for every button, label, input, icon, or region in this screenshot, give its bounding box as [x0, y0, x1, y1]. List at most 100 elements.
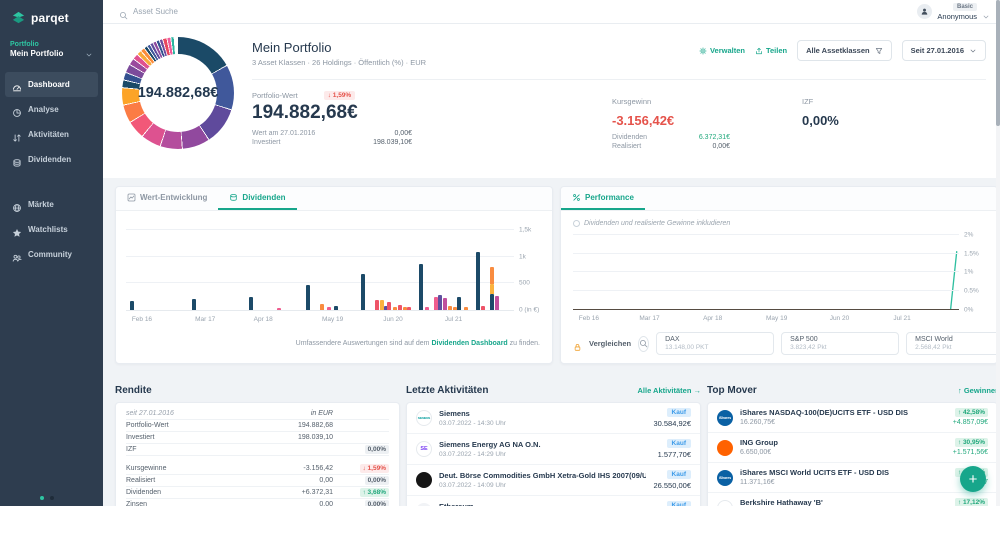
add-button[interactable]: + [960, 466, 986, 492]
activity-row[interactable]: SIEMENSSiemens03.07.2022 - 14:30 UhrKauf… [407, 403, 700, 434]
compare-label: Vergleichen [589, 339, 631, 348]
bar [438, 295, 442, 310]
compare-search-button[interactable] [638, 336, 649, 352]
brand-logo[interactable]: parqet [0, 0, 103, 31]
portfolio-wert-label: Portfolio-Wert [252, 91, 298, 100]
pagination-dot[interactable] [50, 496, 54, 500]
include-dividends-checkbox[interactable]: Dividenden und realisierte Gewinne inklu… [573, 217, 959, 229]
axis-tick-label: May 19 [322, 316, 343, 323]
mover-info: iShares NASDAQ-100(DE)UCITS ETF - USD DI… [740, 408, 946, 427]
chevron-down-icon [982, 8, 990, 16]
sidebar-item-dashboard[interactable]: Dashboard [5, 72, 98, 97]
verwalten-button[interactable]: Verwalten [699, 46, 745, 55]
checkbox-label: Dividenden und realisierte Gewinne inklu… [584, 220, 730, 227]
rendite-row-badge: 0,00% [347, 476, 389, 485]
axis-tick-label: 1% [964, 269, 973, 276]
pagination-dot-active[interactable] [40, 496, 44, 500]
sidebar-item-aktivitaten[interactable]: Aktivitäten [5, 122, 98, 147]
allocation-donut-chart[interactable]: 194.882,68€ [122, 37, 234, 149]
sidebar-item-dividenden[interactable]: Dividenden [5, 147, 98, 172]
mover-percent-badge: ↑ 17,12% [955, 498, 988, 506]
siemens-logo: SIEMENS [416, 410, 432, 426]
mover-position-value: 6.650,00€ [740, 449, 946, 457]
bar [419, 264, 423, 310]
sidebar-item-label: Community [28, 250, 72, 259]
siemens-energy-logo: SE [416, 441, 432, 457]
top-mover-row[interactable]: ING Group6.650,00€↑ 30,95%+1.571,56€ [708, 433, 997, 463]
activity-row[interactable]: SESiemens Energy AG NA O.N.03.07.2022 - … [407, 434, 700, 465]
benchmark-value: 2.568,42 Pkt [915, 344, 998, 351]
footer-text: zu finden. [508, 340, 540, 347]
chevron-down-icon [969, 47, 977, 55]
sidebar-pagination-dots [40, 496, 54, 500]
top-mover-row[interactable]: Berkshire Hathaway 'B'↑ 17,12% [708, 493, 997, 506]
benchmark-chip-dax[interactable]: DAX13.148,00 PKT [656, 332, 774, 355]
benchmark-chip-msci-world[interactable]: MSCI World2.568,42 Pkt [906, 332, 998, 355]
watchlists-icon [12, 225, 22, 235]
axis-tick-label: 2% [964, 231, 973, 238]
activity-amount: 1.577,70€ [658, 450, 691, 459]
tab-wert-entwicklung[interactable]: Wert-Entwicklung [116, 187, 218, 210]
rendite-row-realisiert: Realisiert0,000,00% [126, 475, 389, 487]
top-mover-row[interactable]: iSharesiShares NASDAQ-100(DE)UCITS ETF -… [708, 403, 997, 433]
mover-asset-name: iShares MSCI World UCITS ETF - USD DIS [740, 468, 948, 477]
portfolio-selector-label: Portfolio [10, 41, 85, 48]
performance-line-chart[interactable]: 0%0.5%1%1.5%2% [573, 231, 959, 310]
gewinner-link[interactable]: ↑ Gewinner [958, 386, 998, 395]
rendite-row-badge: ↓ 1,59% [347, 464, 389, 473]
page-title: Mein Portfolio [252, 40, 699, 55]
gridline [126, 282, 514, 283]
benchmark-value: 3.823,42 Pkt [790, 344, 890, 351]
performance-x-axis: Feb 16Mar 17Apr 18May 19Jun 20Jul 21 [573, 313, 959, 325]
mover-info: iShares MSCI World UCITS ETF - USD DIS11… [740, 468, 948, 487]
activity-values: Kauf1.577,70€ [658, 439, 691, 459]
verwalten-label: Verwalten [710, 46, 745, 55]
tab-dividenden[interactable]: Dividenden [218, 187, 296, 210]
kauf-badge: Kauf [667, 470, 691, 479]
bar [393, 307, 397, 310]
sidebar-item-watchlists[interactable]: Watchlists [5, 217, 98, 242]
mover-position-value: 16.260,75€ [740, 419, 946, 427]
activity-info: Siemens03.07.2022 - 14:30 Uhr [439, 409, 646, 428]
assetklassen-filter-button[interactable]: Alle Assetklassen [797, 40, 892, 61]
activities-list: SIEMENS Siemens03.07.2022 - 14:30 Uhr Kauf… [406, 402, 701, 506]
activity-row[interactable]: ◆EthereumKauf [407, 496, 700, 506]
zeitraum-dropdown[interactable]: Seit 27.01.2016 [902, 40, 986, 61]
bar [192, 299, 196, 310]
activity-row[interactable]: Deut. Börse Commodities GmbH Xetra-Gold … [407, 465, 700, 496]
rendite-row-label: IZF [126, 446, 233, 453]
scrollbar-thumb[interactable] [996, 0, 1000, 126]
bar [320, 304, 324, 310]
benchmark-chip-s-p-500[interactable]: S&P 5003.823,42 Pkt [781, 332, 899, 355]
teilen-button[interactable]: Teilen [755, 46, 787, 55]
asset-search-input[interactable]: Asset Suche [119, 7, 917, 16]
all-activities-link[interactable]: Alle Aktivitäten → [638, 386, 702, 395]
sidebar-item-community[interactable]: Community [5, 242, 98, 267]
activity-info: Deut. Börse Commodities GmbH Xetra-Gold … [439, 471, 646, 490]
analyse-icon [12, 105, 22, 115]
tab-performance[interactable]: Performance [561, 187, 645, 210]
wert-am-label: Wert am 27.01.2016 [252, 130, 394, 137]
bar [443, 298, 447, 310]
activity-values: Kauf [667, 501, 691, 506]
sidebar-item-markte[interactable]: Märkte [5, 192, 98, 217]
dividenden-dashboard-link[interactable]: Dividenden Dashboard [431, 340, 507, 347]
axis-tick-label: 0% [964, 307, 973, 314]
user-menu[interactable]: Basic Anonymous [917, 3, 990, 21]
activity-asset-name: Deut. Börse Commodities GmbH Xetra-Gold … [439, 471, 646, 480]
bar [490, 267, 494, 284]
dividends-bar-chart[interactable]: 0 (in €)5001k1,5k [126, 227, 514, 311]
sidebar-item-analyse[interactable]: Analyse [5, 97, 98, 122]
bar [361, 274, 365, 310]
mover-asset-name: iShares NASDAQ-100(DE)UCITS ETF - USD DI… [740, 408, 946, 417]
sidebar-item-label: Märkte [28, 200, 54, 209]
activity-values: Kauf26.550,00€ [653, 470, 691, 490]
search-icon [639, 335, 648, 353]
top-mover-row[interactable]: iSharesiShares MSCI World UCITS ETF - US… [708, 463, 997, 493]
axis-tick-label: Feb 16 [579, 315, 599, 322]
charts-row: Wert-Entwicklung Dividenden 0 (in €)5001… [103, 186, 1000, 364]
donut-center-value: 194.882,68€ [138, 85, 219, 101]
dividenden-value: 6.372,31€ [699, 134, 730, 141]
portfolio-selector[interactable]: Portfolio Mein Portfolio [10, 41, 93, 58]
bar [398, 305, 402, 310]
